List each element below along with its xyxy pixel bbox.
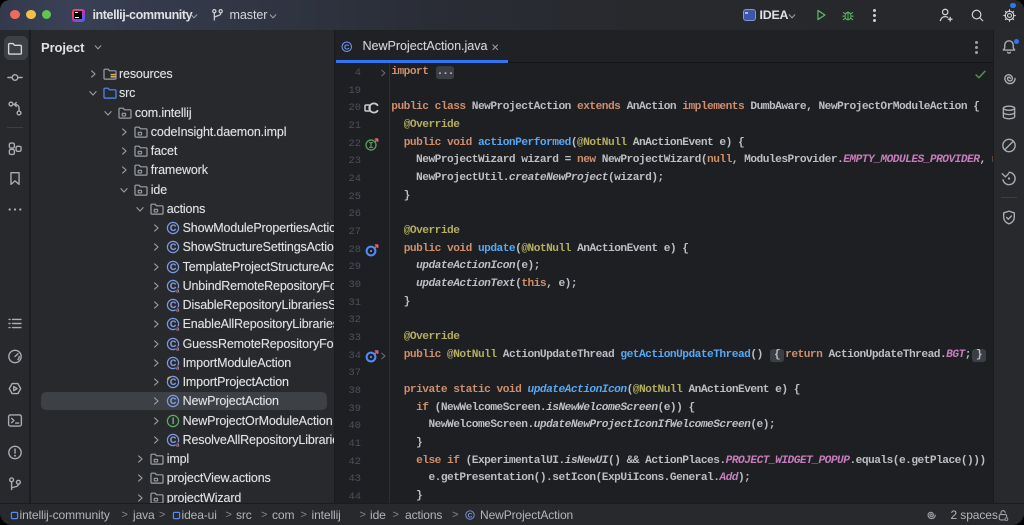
svg-text:C: C: [468, 512, 473, 519]
